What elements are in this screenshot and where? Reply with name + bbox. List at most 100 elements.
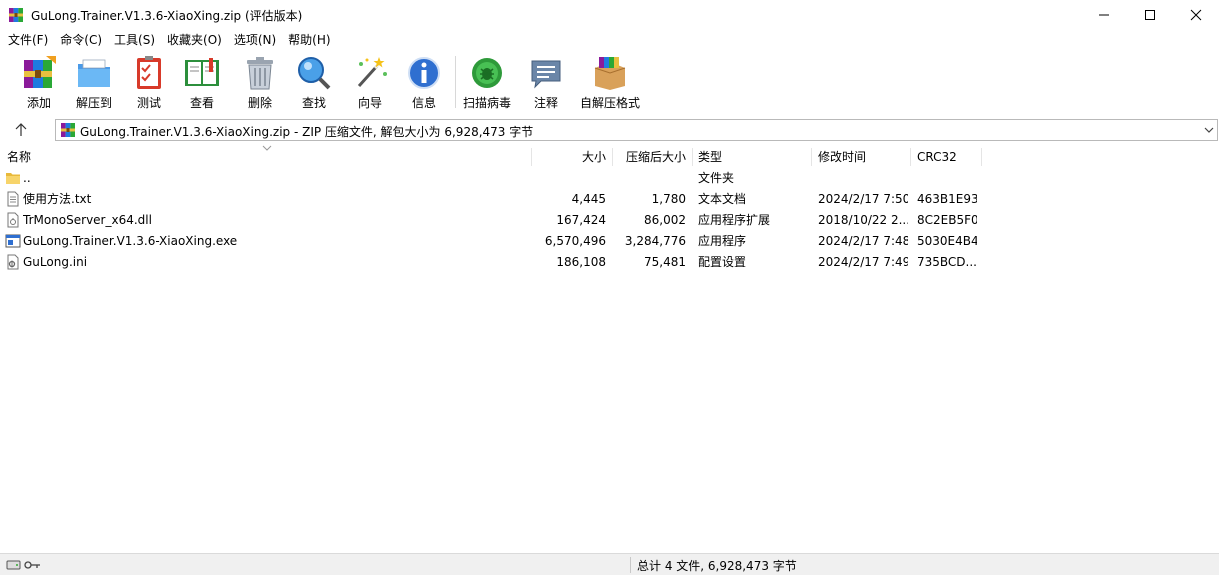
exe-file-icon [5,234,21,248]
file-type: 文件夹 [698,171,735,185]
find-label: 查找 [301,96,326,110]
view-label: 查看 [189,96,214,110]
ini-file-icon [7,254,19,270]
file-crc [917,168,977,189]
comment-label: 注释 [533,96,558,110]
table-row[interactable]: GuLong.Trainer.V1.3.6-XiaoXing.exe 6,570… [0,231,1219,252]
file-crc: 735BCD... [917,255,977,269]
file-modified [818,168,908,189]
close-icon [1190,9,1202,21]
menu-favorites[interactable]: 收藏夹(O) [161,31,228,49]
file-type: 应用程序 [698,234,747,248]
up-folder-button[interactable] [10,120,32,140]
file-packed-size: 86,002 [644,213,686,227]
folder-icon [6,173,20,184]
file-packed-size: 3,284,776 [624,234,686,248]
column-divider[interactable] [811,148,812,166]
file-size: 186,108 [556,255,606,269]
close-button[interactable] [1173,0,1219,30]
view-icon [185,58,219,86]
file-name: GuLong.Trainer.V1.3.6-XiaoXing.exe [23,234,238,248]
delete-button[interactable]: 删除 [240,54,280,112]
text-file-icon [7,191,19,207]
table-row[interactable]: .. 文件夹 [0,168,1219,189]
wizard-label: 向导 [357,96,382,110]
add-label: 添加 [26,96,51,110]
path-text: GuLong.Trainer.V1.3.6-XiaoXing.zip - ZIP… [80,125,534,139]
menu-file[interactable]: 文件(F) [2,31,54,49]
column-divider[interactable] [910,148,911,166]
wizard-icon [357,57,387,88]
maximize-button[interactable] [1127,0,1173,30]
find-icon [298,57,331,90]
menu-options[interactable]: 选项(N) [228,31,282,49]
column-packed[interactable]: 压缩后大小 [613,146,686,168]
column-crc[interactable]: CRC32 [917,146,977,168]
minimize-icon [1099,14,1109,16]
extract-to-label: 解压到 [75,96,112,110]
column-modified[interactable]: 修改时间 [818,146,908,168]
add-archive-icon [24,56,56,88]
file-type: 配置设置 [698,255,747,269]
status-divider [630,557,631,573]
path-field[interactable]: GuLong.Trainer.V1.3.6-XiaoXing.zip - ZIP… [55,119,1218,141]
file-size: 4,445 [571,192,606,206]
test-label: 测试 [136,96,161,110]
file-crc: 5030E4B4 [917,234,977,248]
virus-scan-icon [472,58,502,88]
sfx-label: 自解压格式 [580,96,641,110]
column-divider[interactable] [692,148,693,166]
status-bar: 总计 4 文件, 6,928,473 字节 [0,553,1219,575]
file-name: TrMonoServer_x64.dll [23,213,152,227]
column-divider[interactable] [981,148,982,166]
extract-to-button[interactable]: 解压到 [74,54,114,112]
file-name: GuLong.ini [23,255,88,269]
file-size: 6,570,496 [544,234,606,248]
find-button[interactable]: 查找 [294,54,334,112]
info-icon [408,57,440,89]
file-size [532,168,606,189]
wizard-button[interactable]: 向导 [350,54,390,112]
title-bar: GuLong.Trainer.V1.3.6-XiaoXing.zip (评估版本… [0,0,1219,30]
file-modified: 2018/10/22 2... [818,213,908,227]
menu-help[interactable]: 帮助(H) [282,31,336,49]
arrow-up-icon [15,123,27,136]
maximize-icon [1145,10,1155,20]
menu-bar: 文件(F) 命令(C) 工具(S) 收藏夹(O) 选项(N) 帮助(H) [0,30,1219,50]
sfx-button[interactable]: 自解压格式 [580,54,640,112]
winrar-app-icon [9,8,23,22]
comment-button[interactable]: 注释 [526,54,566,112]
column-name[interactable]: 名称 [7,146,527,168]
toolbar-separator [455,56,456,108]
drive-and-key-icon [6,560,40,570]
file-name: .. [23,171,31,185]
test-button[interactable]: 测试 [129,54,169,112]
sfx-icon [594,57,626,90]
table-row[interactable]: 使用方法.txt 4,445 1,780 文本文档 2024/2/17 7:50… [0,189,1219,210]
dll-file-icon [7,212,19,228]
file-name: 使用方法.txt [23,192,92,206]
file-type: 应用程序扩展 [698,213,771,227]
extract-to-icon [78,59,110,87]
winrar-archive-icon [61,123,75,137]
file-size: 167,424 [556,213,606,227]
table-row[interactable]: TrMonoServer_x64.dll 167,424 86,002 应用程序… [0,210,1219,231]
column-size[interactable]: 大小 [532,146,606,168]
delete-label: 删除 [247,96,272,110]
file-type: 文本文档 [698,192,747,206]
window-title: GuLong.Trainer.V1.3.6-XiaoXing.zip (评估版本… [31,9,303,23]
virus-scan-button[interactable]: 扫描病毒 [463,54,511,112]
file-crc: 463B1E93 [917,192,977,206]
menu-commands[interactable]: 命令(C) [54,31,108,49]
column-type[interactable]: 类型 [698,146,808,168]
minimize-button[interactable] [1081,0,1127,30]
add-button[interactable]: 添加 [19,54,59,112]
view-button[interactable]: 查看 [182,54,222,112]
column-header-bar: 名称 大小 压缩后大小 类型 修改时间 CRC32 [0,145,1219,168]
chevron-down-icon[interactable] [1204,125,1214,135]
menu-tools[interactable]: 工具(S) [108,31,161,49]
table-row[interactable]: GuLong.ini 186,108 75,481 配置设置 2024/2/17… [0,252,1219,273]
toolbar: 添加 解压到 测试 查看 删除 查找 向导 信息 扫描病毒 注释 自解压格式 [0,50,1219,116]
file-modified: 2024/2/17 7:49 [818,255,908,269]
info-button[interactable]: 信息 [404,54,444,112]
